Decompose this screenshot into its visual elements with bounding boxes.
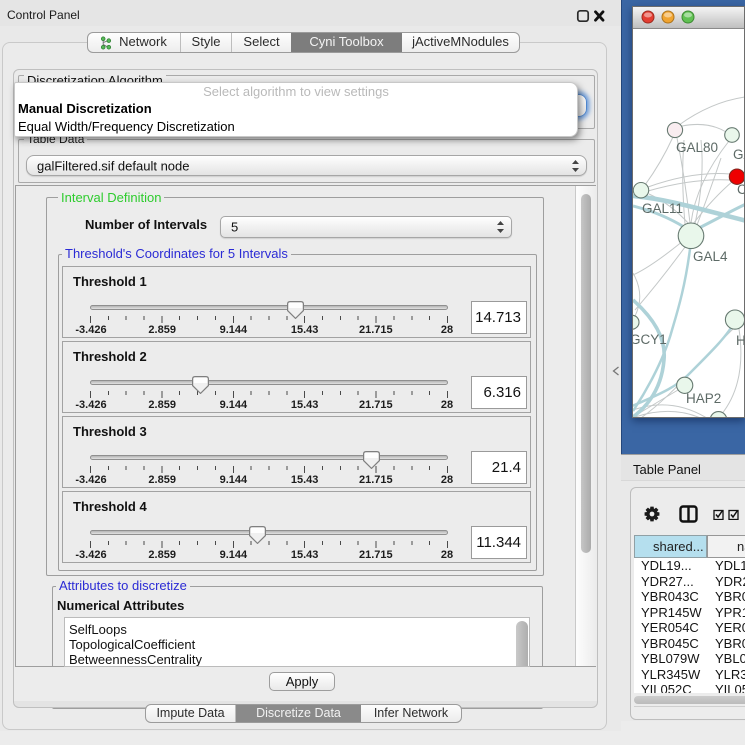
svg-text:GCY1: GCY1	[633, 332, 667, 347]
svg-text:GA: GA	[733, 147, 744, 162]
svg-text:GAL11: GAL11	[642, 201, 683, 216]
svg-text:HAP2: HAP2	[686, 391, 721, 406]
svg-text:GAL80: GAL80	[676, 140, 718, 155]
svg-text:GAL4: GAL4	[693, 249, 728, 264]
svg-text:C: C	[737, 182, 744, 197]
svg-text:H: H	[736, 333, 744, 348]
